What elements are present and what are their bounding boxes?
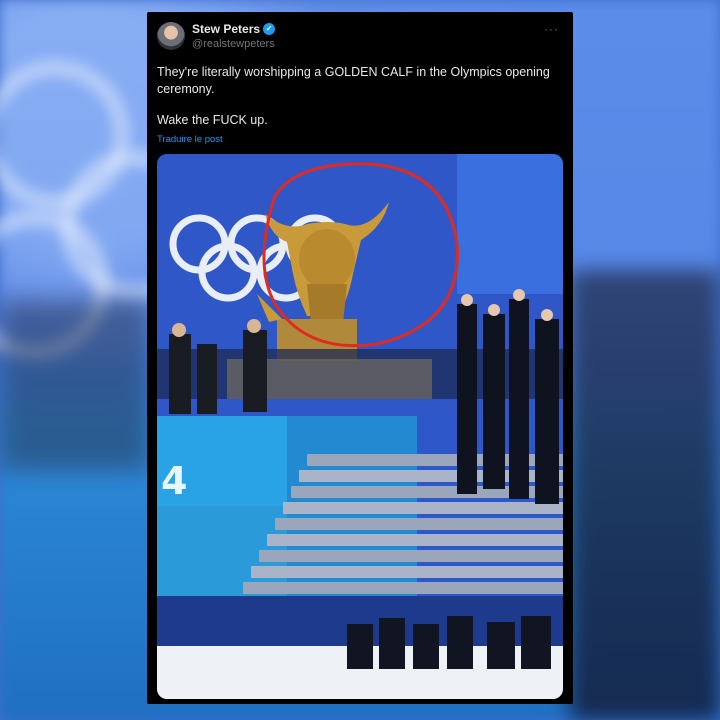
tweet-header: Stew Peters ✓ @realstewpeters ···	[157, 20, 563, 54]
tweet-card[interactable]: Stew Peters ✓ @realstewpeters ··· They'r…	[147, 12, 573, 704]
author-handle[interactable]: @realstewpeters	[192, 38, 275, 50]
tweet-text: They're literally worshipping a GOLDEN C…	[157, 64, 557, 143]
translate-link[interactable]: Traduire le post	[157, 134, 223, 145]
tweet-text-line-1: They're literally worshipping a GOLDEN C…	[157, 65, 550, 96]
author-name-row[interactable]: Stew Peters ✓	[192, 22, 276, 36]
more-options-icon[interactable]: ···	[544, 22, 559, 36]
avatar[interactable]	[157, 22, 185, 50]
author-name[interactable]: Stew Peters	[192, 22, 260, 36]
verified-badge-icon: ✓	[263, 23, 276, 35]
stage-panel-number: 4	[161, 459, 187, 503]
ceremony-photo: 4	[157, 154, 563, 699]
tweet-text-line-2: Wake the FUCK up.	[157, 113, 268, 127]
tweet-media[interactable]: 4	[157, 154, 563, 699]
